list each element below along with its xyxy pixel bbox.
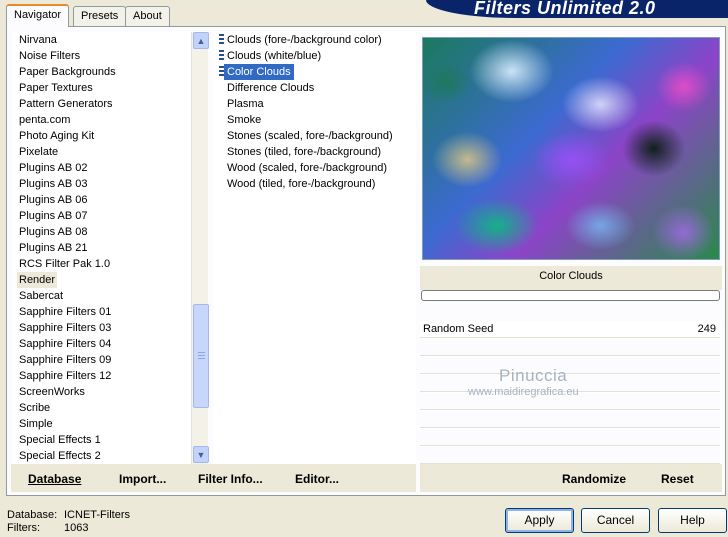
filter-item[interactable]: Stones (tiled, fore-/background) — [227, 144, 381, 160]
category-item[interactable]: penta.com — [19, 112, 70, 128]
filter-preview-image — [422, 37, 720, 260]
param-row-empty — [420, 447, 720, 464]
chevron-down-icon: ▼ — [196, 449, 206, 460]
filter-item[interactable]: Stones (scaled, fore-/background) — [227, 128, 393, 144]
tab-about[interactable]: About — [125, 6, 170, 26]
category-item[interactable]: Pixelate — [19, 144, 58, 160]
scroll-thumb[interactable] — [193, 304, 209, 408]
category-item[interactable]: Plugins AB 21 — [19, 240, 88, 256]
watermark-url: www.maidiregrafica.eu — [468, 386, 579, 398]
category-item[interactable]: Plugins AB 03 — [19, 176, 88, 192]
category-item[interactable]: Pattern Generators — [19, 96, 113, 112]
import-button[interactable]: Import... — [119, 472, 166, 486]
filter-marker-icon — [219, 50, 224, 62]
filter-item[interactable]: Clouds (fore-/background color) — [227, 32, 382, 48]
filters-label-static: Filters: — [7, 522, 40, 534]
chevron-up-icon: ▲ — [196, 35, 206, 46]
category-item[interactable]: Nirvana — [19, 32, 57, 48]
param-label: Random Seed — [423, 323, 494, 335]
filter-info-button[interactable]: Filter Info... — [198, 472, 263, 486]
category-item[interactable]: ScreenWorks — [19, 384, 85, 400]
category-item[interactable]: Special Effects 2 — [19, 448, 101, 464]
grip-line — [198, 355, 205, 356]
category-item[interactable]: Simple — [19, 416, 53, 432]
randomize-button[interactable]: Randomize — [562, 472, 626, 486]
database-label: Database — [28, 472, 82, 486]
database-label-static: Database: — [7, 509, 58, 521]
filter-list[interactable]: Clouds (fore-/background color) Clouds (w… — [214, 32, 416, 464]
scroll-down-button[interactable]: ▼ — [193, 446, 209, 463]
filter-item[interactable]: Wood (tiled, fore-/background) — [227, 176, 375, 192]
tab-navigator[interactable]: Navigator — [6, 4, 70, 27]
cancel-button[interactable]: Cancel — [581, 508, 650, 533]
param-row-empty — [420, 429, 720, 446]
param-value[interactable]: 249 — [698, 323, 716, 335]
database-button[interactable]: Database — [28, 472, 81, 486]
category-item[interactable]: Sapphire Filters 04 — [19, 336, 111, 352]
reset-button[interactable]: Reset — [661, 472, 694, 486]
filter-item[interactable]: Smoke — [227, 112, 261, 128]
category-item[interactable]: Scribe — [19, 400, 50, 416]
category-item[interactable]: Plugins AB 06 — [19, 192, 88, 208]
category-item[interactable]: Special Effects 1 — [19, 432, 101, 448]
filter-title: Color Clouds — [539, 270, 603, 282]
filter-item[interactable]: Difference Clouds — [227, 80, 314, 96]
database-value: ICNET-Filters — [64, 509, 130, 521]
category-item[interactable]: Photo Aging Kit — [19, 128, 94, 144]
category-item[interactable]: Render — [17, 272, 58, 288]
category-item[interactable]: Sapphire Filters 01 — [19, 304, 111, 320]
grip-line — [198, 352, 205, 353]
editor-button[interactable]: Editor... — [295, 472, 339, 486]
filter-item[interactable]: Color Clouds — [224, 64, 294, 80]
category-item[interactable]: Sapphire Filters 03 — [19, 320, 111, 336]
scroll-up-button[interactable]: ▲ — [193, 32, 209, 49]
filter-item[interactable]: Wood (scaled, fore-/background) — [227, 160, 387, 176]
category-item[interactable]: Plugins AB 08 — [19, 224, 88, 240]
progress-bar — [421, 290, 720, 301]
param-row-empty — [420, 411, 720, 428]
category-item[interactable]: Sapphire Filters 12 — [19, 368, 111, 384]
app-title: Filters Unlimited 2.0 — [474, 0, 656, 18]
watermark-name: Pinuccia — [499, 366, 568, 385]
category-item[interactable]: Noise Filters — [19, 48, 80, 64]
filters-count: 1063 — [64, 522, 89, 534]
param-row-random-seed[interactable]: Random Seed 249 — [420, 321, 720, 338]
param-row-empty — [420, 339, 720, 356]
category-item[interactable]: Plugins AB 02 — [19, 160, 88, 176]
category-list[interactable]: Nirvana Noise Filters Paper Backgrounds Pap… — [12, 32, 192, 464]
filter-marker-icon — [219, 34, 224, 46]
param-row-empty — [420, 357, 720, 374]
filter-item[interactable]: Clouds (white/blue) — [227, 48, 321, 64]
filter-item[interactable]: Plasma — [227, 96, 264, 112]
category-item[interactable]: Plugins AB 07 — [19, 208, 88, 224]
grip-line — [198, 358, 205, 359]
category-item[interactable]: Sabercat — [19, 288, 63, 304]
help-button[interactable]: Help — [658, 508, 727, 533]
apply-button[interactable]: Apply — [505, 508, 574, 533]
tab-presets[interactable]: Presets — [73, 6, 127, 26]
category-item[interactable]: RCS Filter Pak 1.0 — [19, 256, 110, 272]
category-item[interactable]: Paper Backgrounds — [19, 64, 116, 80]
category-item[interactable]: Sapphire Filters 09 — [19, 352, 111, 368]
category-scrollbar[interactable]: ▲ ▼ — [191, 32, 209, 464]
category-item[interactable]: Paper Textures — [19, 80, 93, 96]
